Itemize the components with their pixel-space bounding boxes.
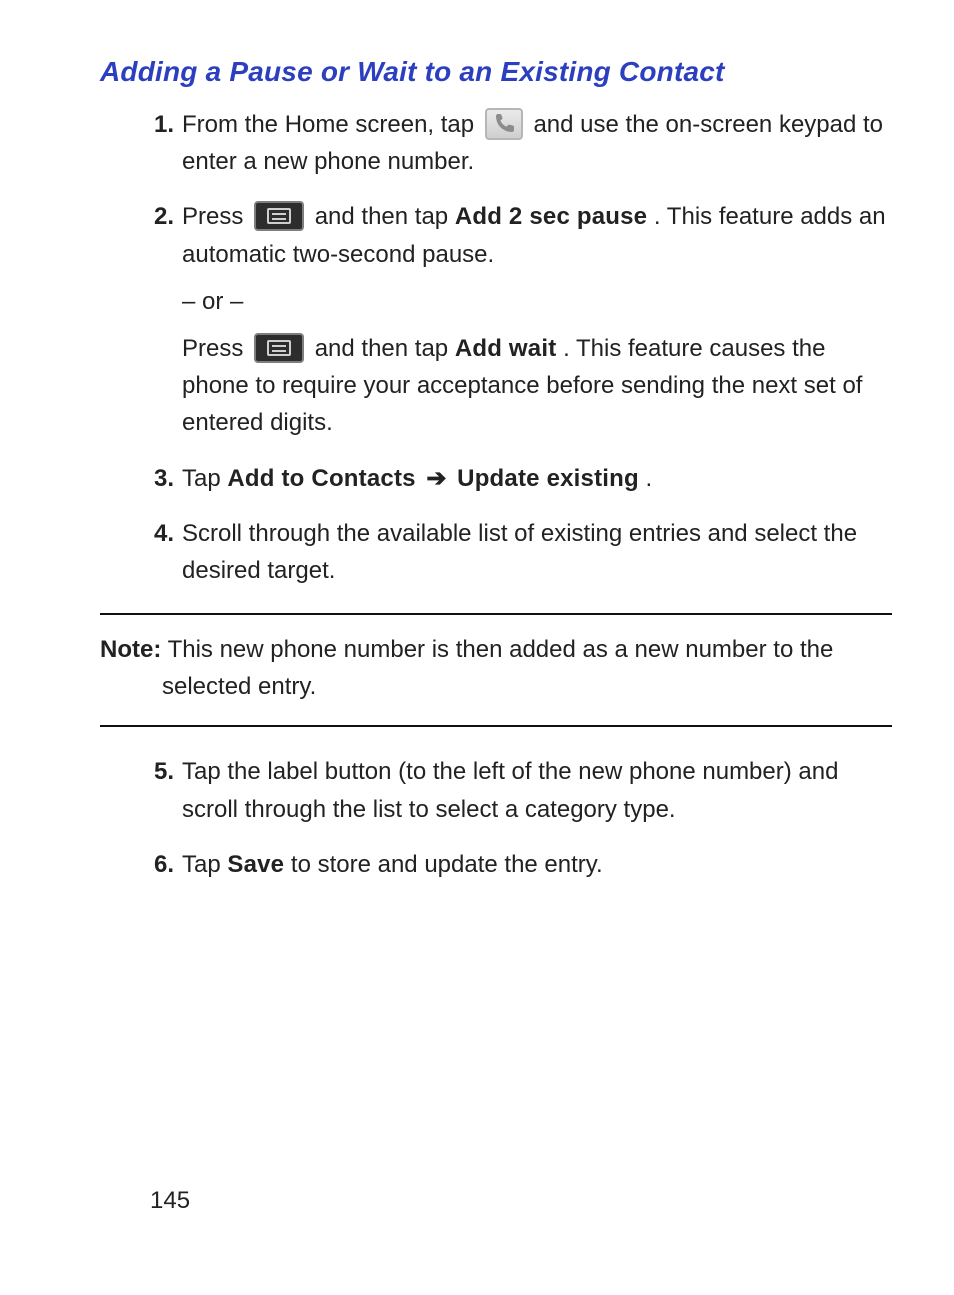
- note-block: Note: This new phone number is then adde…: [100, 613, 892, 727]
- step-list: 1. From the Home screen, tap and use the…: [100, 106, 892, 589]
- step-4: 4. Scroll through the available list of …: [134, 515, 892, 589]
- step-text: Press: [182, 335, 250, 362]
- step-3: 3. Tap Add to Contacts ➔ Update existing…: [134, 460, 892, 497]
- step-text: and then tap: [315, 203, 455, 230]
- step-number: 1.: [134, 106, 174, 143]
- phone-icon: [485, 108, 523, 140]
- step-2: 2. Press and then tap Add 2 sec pause . …: [134, 198, 892, 441]
- step-number: 6.: [134, 846, 174, 883]
- arrow-icon: ➔: [422, 460, 450, 497]
- step-number: 5.: [134, 753, 174, 790]
- manual-page: Adding a Pause or Wait to an Existing Co…: [0, 0, 954, 883]
- step-list-continued: 5. Tap the label button (to the left of …: [100, 753, 892, 883]
- page-number: 145: [150, 1187, 190, 1215]
- step-text: Press: [182, 203, 250, 230]
- menu-icon: [254, 333, 304, 363]
- bold-text: Update existing: [457, 465, 639, 492]
- step-text: From the Home screen, tap: [182, 111, 481, 138]
- bold-text: Add wait: [455, 335, 557, 362]
- or-separator: – or –: [182, 283, 892, 320]
- menu-icon: [254, 201, 304, 231]
- step-5: 5. Tap the label button (to the left of …: [134, 753, 892, 827]
- step-text: Tap the label button (to the left of the…: [182, 758, 838, 822]
- step-text: Scroll through the available list of exi…: [182, 520, 857, 584]
- bold-text: Add 2 sec pause: [455, 203, 647, 230]
- bold-text: Save: [227, 851, 284, 878]
- note-text: This new phone number is then added as a…: [161, 636, 833, 700]
- step-text: Tap: [182, 851, 227, 878]
- bold-text: Add to Contacts: [227, 465, 415, 492]
- step-1: 1. From the Home screen, tap and use the…: [134, 106, 892, 180]
- step-number: 4.: [134, 515, 174, 552]
- step-text: .: [646, 465, 653, 492]
- step-6: 6. Tap Save to store and update the entr…: [134, 846, 892, 883]
- note-label: Note:: [100, 636, 161, 663]
- step-text: and then tap: [315, 335, 455, 362]
- step-number: 2.: [134, 198, 174, 235]
- step-text: Tap: [182, 465, 227, 492]
- section-title: Adding a Pause or Wait to an Existing Co…: [100, 56, 892, 88]
- step-number: 3.: [134, 460, 174, 497]
- step-text: to store and update the entry.: [291, 851, 603, 878]
